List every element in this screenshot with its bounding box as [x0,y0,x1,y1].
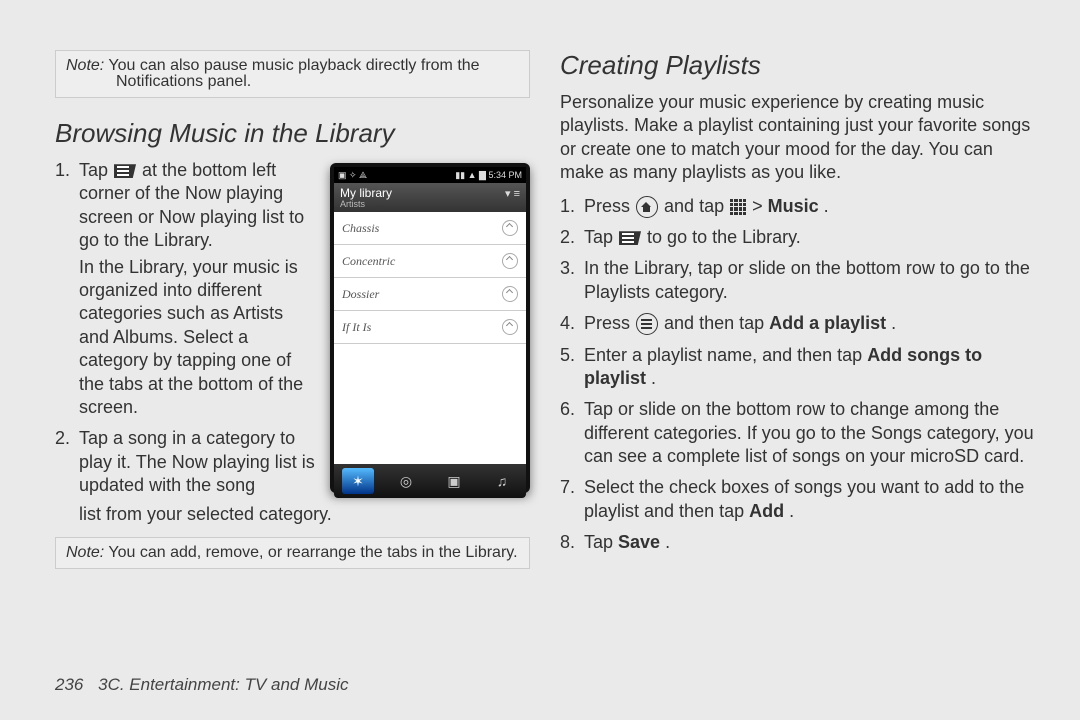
phone-tab: ▣ [438,468,470,494]
step1-text-a: Tap [79,160,113,180]
r8a: Tap [584,532,618,552]
section-heading-playlists: Creating Playlists [560,50,1035,81]
note-label: Note: [66,57,104,74]
step2-continuation: list from your selected category. [55,503,530,526]
left-body: Tap at the bottom left corner of the Now… [55,159,530,507]
phone-tab: ♫ [486,468,518,494]
note-text: You can also pause music playback direct… [108,57,479,74]
r5c: . [651,368,656,388]
phone-header-icons: ▾ ≡ [505,187,520,200]
apps-grid-icon [730,199,746,215]
r1c: > [752,196,768,216]
step-r7: Select the check boxes of songs you want… [560,476,1035,523]
list-filler [334,344,526,464]
chevron-up-icon [502,286,518,302]
page-footer: 236 3C. Entertainment: TV and Music [55,675,349,695]
section-heading-browsing: Browsing Music in the Library [55,118,530,149]
phone-tab-active: ✶ [342,468,374,494]
note-label: Note: [66,544,104,561]
r2a: Tap [584,227,618,247]
step-2: Tap a song in a category to play it. The… [55,427,318,497]
step-r4: Press and then tap Add a playlist . [560,312,1035,335]
steps-right: Press and tap > Music . Tap [560,195,1035,555]
note-box-1: Note: You can also pause music playback … [55,50,530,98]
row-label: Chassis [342,221,379,236]
r7b: Add [749,501,784,521]
left-column: Note: You can also pause music playback … [55,50,530,690]
status-left-icons: ▣ ✧ ⟁ [338,170,367,181]
row-label: Dossier [342,287,379,302]
list-row: Concentric [334,245,526,278]
phone-header: My library Artists ▾ ≡ [334,183,526,212]
step-r2: Tap to go to the Library. [560,226,1035,249]
phone-header-subtitle: Artists [340,200,392,210]
step-r8: Tap Save . [560,531,1035,554]
r4b: and then tap [664,313,769,333]
phone-statusbar: ▣ ✧ ⟁ ▮▮ ▲ ▇ 5:34 PM [334,167,526,183]
r4d: . [891,313,896,333]
r7c: . [789,501,794,521]
library-icon [619,231,641,245]
r1a: Press [584,196,635,216]
r4a: Press [584,313,635,333]
status-right-icons: ▮▮ ▲ ▇ 5:34 PM [455,170,522,181]
r4c: Add a playlist [769,313,886,333]
r8c: . [665,532,670,552]
phone-list: Chassis Concentric Dossier If It Is [334,212,526,464]
row-label: Concentric [342,254,395,269]
chevron-up-icon [502,220,518,236]
note-text: You can add, remove, or rearrange the ta… [108,544,517,561]
steps-left: Tap at the bottom left corner of the Now… [55,159,318,497]
chevron-up-icon [502,253,518,269]
r8b: Save [618,532,660,552]
chapter-title: 3C. Entertainment: TV and Music [98,675,348,694]
home-icon [636,196,658,218]
step-r3: In the Library, tap or slide on the bott… [560,257,1035,304]
row-label: If It Is [342,320,371,335]
page-number: 236 [55,675,83,694]
r2b: to go to the Library. [647,227,801,247]
left-text-column: Tap at the bottom left corner of the Now… [55,159,318,507]
menu-icon [636,313,658,335]
right-column: Creating Playlists Personalize your musi… [560,50,1035,690]
phone-bottombar: ✶ ◎ ▣ ♫ [334,464,526,498]
r1d: Music [768,196,819,216]
step-r5: Enter a playlist name, and then tap Add … [560,344,1035,391]
r1b: and tap [664,196,729,216]
phone-tab: ◎ [390,468,422,494]
list-row: Dossier [334,278,526,311]
step1-para2: In the Library, your music is organized … [79,256,318,420]
library-icon [114,164,136,178]
note-box-2: Note: You can add, remove, or rearrange … [55,537,530,569]
step-r1: Press and tap > Music . [560,195,1035,218]
step-1: Tap at the bottom left corner of the Now… [55,159,318,419]
phone-screenshot: ▣ ✧ ⟁ ▮▮ ▲ ▇ 5:34 PM My library Artists … [330,163,530,493]
chevron-up-icon [502,319,518,335]
manual-page: Note: You can also pause music playback … [0,0,1080,720]
phone-header-left: My library Artists [340,187,392,210]
list-row: If It Is [334,311,526,344]
list-row: Chassis [334,212,526,245]
r5a: Enter a playlist name, and then tap [584,345,867,365]
r1e: . [824,196,829,216]
note-text-line2: Notifications panel. [116,73,519,91]
playlists-intro: Personalize your music experience by cre… [560,91,1035,185]
r7a: Select the check boxes of songs you want… [584,477,1024,520]
step2-text-a: Tap a song in a category to play it. The… [79,428,315,495]
step-r6: Tap or slide on the bottom row to change… [560,398,1035,468]
